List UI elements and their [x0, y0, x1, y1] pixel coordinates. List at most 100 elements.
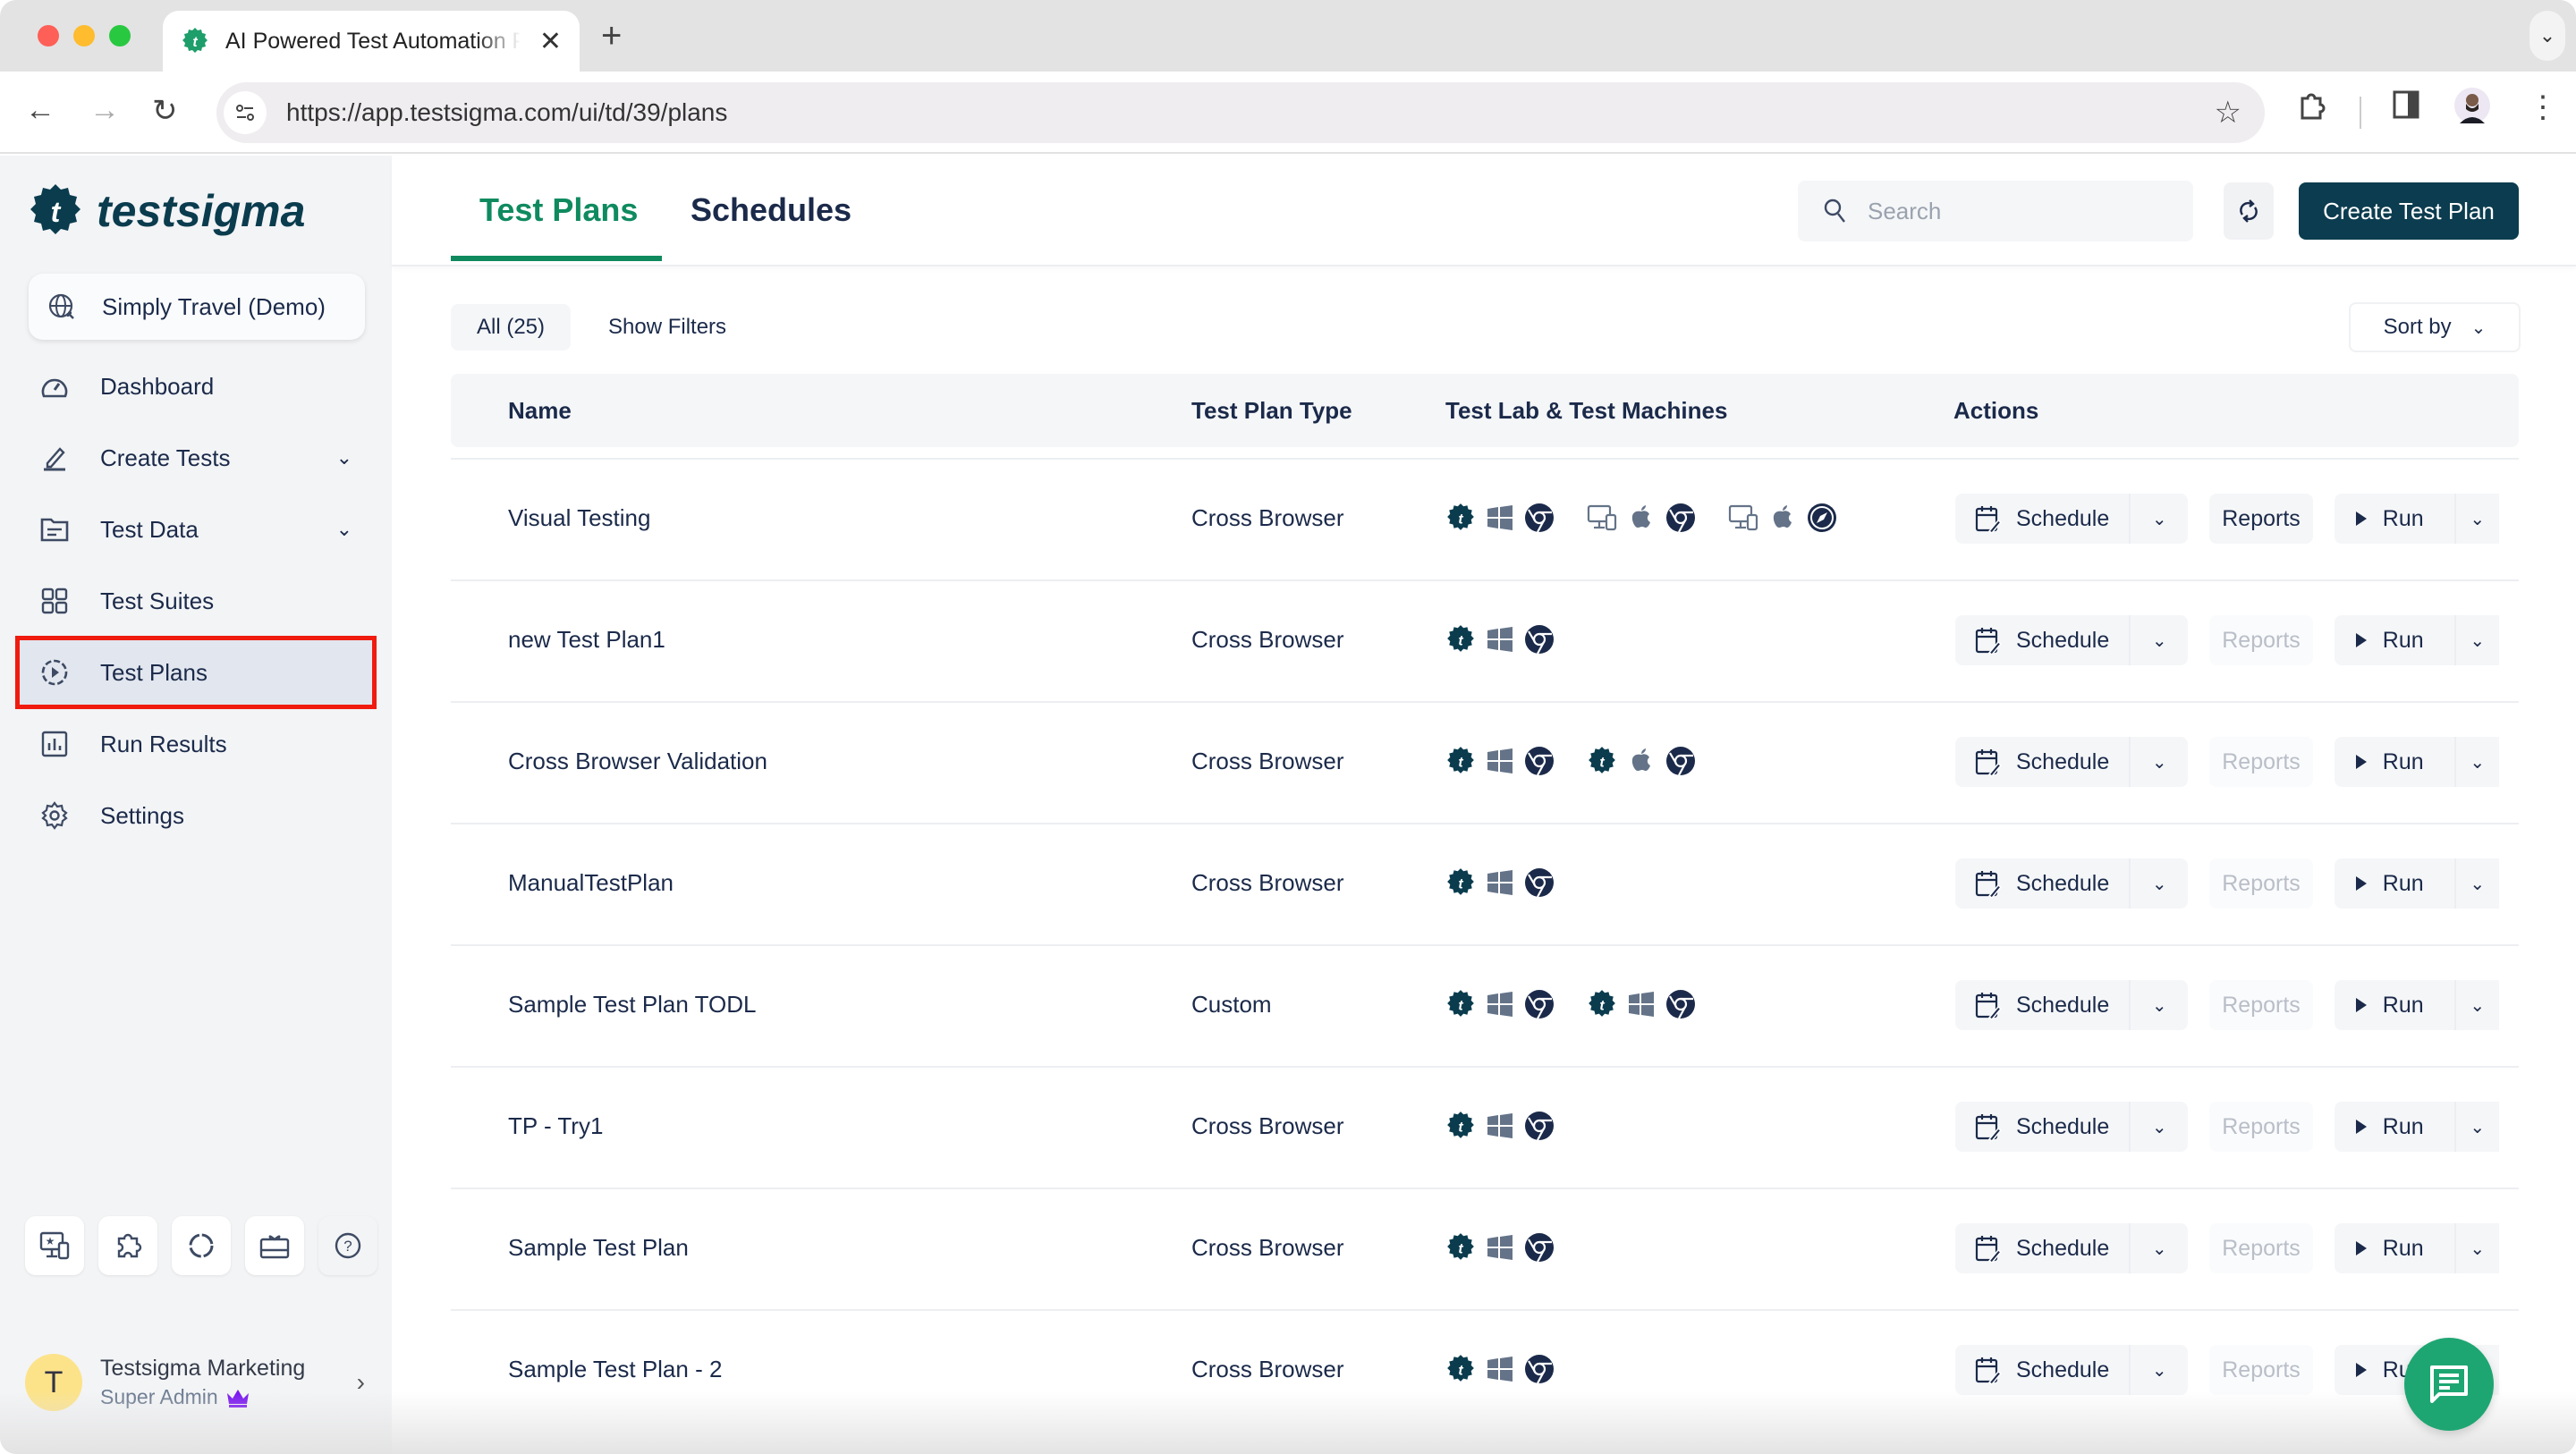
schedule-button[interactable]: Schedule [1955, 1345, 2131, 1395]
machine-group[interactable]: t [1445, 989, 1555, 1019]
help-icon[interactable]: ? [318, 1216, 377, 1275]
tab-test-plans[interactable]: Test Plans [479, 191, 638, 229]
table-row[interactable]: Visual Testing Cross Browser t Schedule … [451, 458, 2519, 579]
plan-name[interactable]: new Test Plan1 [508, 626, 665, 654]
plan-name[interactable]: Sample Test Plan [508, 1234, 689, 1262]
chat-support-button[interactable] [2404, 1338, 2494, 1431]
create-test-plan-button[interactable]: Create Test Plan [2299, 182, 2519, 240]
table-row[interactable]: Cross Browser Validation Cross Browser t… [451, 701, 2519, 823]
tab-search-chevron-icon[interactable]: ⌄ [2529, 11, 2565, 61]
schedule-dropdown-chevron-icon[interactable]: ⌄ [2131, 873, 2188, 895]
machine-group[interactable]: t [1445, 1232, 1555, 1263]
bookmark-star-icon[interactable]: ☆ [2215, 95, 2241, 131]
machine-group[interactable] [1587, 503, 1696, 533]
sidebar-item-test-data[interactable]: Test Data ⌄ [20, 497, 372, 562]
puzzle-icon[interactable] [98, 1216, 157, 1275]
schedule-button[interactable]: Schedule [1955, 494, 2131, 544]
table-row[interactable]: new Test Plan1 Cross Browser t Schedule … [451, 579, 2519, 701]
machine-group[interactable]: t [1445, 746, 1555, 776]
schedule-dropdown-chevron-icon[interactable]: ⌄ [2131, 1359, 2188, 1382]
extensions-icon[interactable] [2295, 89, 2327, 129]
machine-group[interactable]: t [1445, 1111, 1555, 1141]
run-button[interactable]: Run [2334, 737, 2456, 787]
filter-all-button[interactable]: All (25) [451, 304, 571, 351]
sidebar-item-dashboard[interactable]: Dashboard [20, 354, 372, 418]
tab-schedules[interactable]: Schedules [691, 191, 852, 229]
schedule-button[interactable]: Schedule [1955, 1223, 2131, 1273]
sidebar-item-test-plans[interactable]: Test Plans [15, 636, 377, 709]
plan-name[interactable]: TP - Try1 [508, 1112, 603, 1140]
schedule-dropdown-chevron-icon[interactable]: ⌄ [2131, 508, 2188, 530]
run-button[interactable]: Run [2334, 1102, 2456, 1152]
run-dropdown-chevron-icon[interactable]: ⌄ [2456, 1238, 2499, 1260]
side-panel-icon[interactable] [2392, 89, 2420, 127]
run-button[interactable]: Run [2334, 615, 2456, 665]
loader-circle-icon[interactable] [172, 1216, 231, 1275]
project-selector[interactable]: Simply Travel (Demo) [29, 274, 365, 340]
sidebar-item-test-suites[interactable]: Test Suites [20, 569, 372, 633]
table-row[interactable]: TP - Try1 Cross Browser t Schedule ⌄ Rep… [451, 1066, 2519, 1188]
schedule-dropdown-chevron-icon[interactable]: ⌄ [2131, 1116, 2188, 1138]
table-row[interactable]: Sample Test Plan TODL Custom tt Schedule… [451, 944, 2519, 1066]
minimize-window-button[interactable] [73, 25, 95, 46]
run-dropdown-chevron-icon[interactable]: ⌄ [2456, 994, 2499, 1017]
machine-group[interactable]: t [1587, 989, 1696, 1019]
sidebar-item-settings[interactable]: Settings [20, 783, 372, 848]
run-dropdown-chevron-icon[interactable]: ⌄ [2456, 751, 2499, 773]
run-dropdown-chevron-icon[interactable]: ⌄ [2456, 1116, 2499, 1138]
chevron-down-icon[interactable]: ⌄ [336, 446, 352, 469]
table-row[interactable]: ManualTestPlan Cross Browser t Schedule … [451, 823, 2519, 944]
gift-card-icon[interactable] [245, 1216, 304, 1275]
machine-group[interactable]: t [1445, 867, 1555, 898]
run-button[interactable]: Run [2334, 1223, 2456, 1273]
close-window-button[interactable] [38, 25, 59, 46]
maximize-window-button[interactable] [109, 25, 131, 46]
site-settings-icon[interactable] [224, 91, 267, 134]
show-filters-button[interactable]: Show Filters [608, 315, 726, 340]
reports-button[interactable]: Reports [2209, 494, 2313, 544]
testsigma-logo[interactable]: t testsigma [27, 182, 305, 240]
schedule-button[interactable]: Schedule [1955, 615, 2131, 665]
refresh-button[interactable] [2224, 182, 2274, 240]
column-header-name[interactable]: Name [508, 397, 572, 425]
sidebar-item-run-results[interactable]: Run Results [20, 712, 372, 776]
schedule-dropdown-chevron-icon[interactable]: ⌄ [2131, 751, 2188, 773]
run-dropdown-chevron-icon[interactable]: ⌄ [2456, 508, 2499, 530]
plan-name[interactable]: Visual Testing [508, 504, 650, 532]
browser-menu-icon[interactable]: ⋮ [2528, 89, 2558, 125]
table-row[interactable]: Sample Test Plan Cross Browser t Schedul… [451, 1188, 2519, 1309]
sidebar-item-create-tests[interactable]: Create Tests ⌄ [20, 426, 372, 490]
machine-group[interactable]: t [1587, 746, 1696, 776]
schedule-button[interactable]: Schedule [1955, 858, 2131, 909]
sort-by-dropdown[interactable]: Sort by ⌄ [2349, 302, 2521, 352]
search-box[interactable] [1798, 181, 2193, 241]
new-tab-button[interactable]: + [601, 16, 622, 56]
schedule-dropdown-chevron-icon[interactable]: ⌄ [2131, 994, 2188, 1017]
back-icon[interactable]: ← [25, 93, 55, 128]
machine-group[interactable]: t [1445, 1354, 1555, 1384]
schedule-button[interactable]: Schedule [1955, 980, 2131, 1030]
browser-tab[interactable]: t AI Powered Test Automation Platform ✕ [163, 11, 580, 72]
schedule-dropdown-chevron-icon[interactable]: ⌄ [2131, 630, 2188, 652]
machine-group[interactable]: t [1445, 503, 1555, 533]
forward-icon[interactable]: → [89, 93, 120, 128]
plan-name[interactable]: Sample Test Plan TODL [508, 991, 756, 1019]
close-tab-icon[interactable]: ✕ [539, 26, 562, 57]
plan-name[interactable]: ManualTestPlan [508, 869, 674, 897]
run-button[interactable]: Run [2334, 858, 2456, 909]
devices-star-icon[interactable]: ★ [25, 1216, 84, 1275]
reload-icon[interactable]: ↻ [152, 93, 178, 129]
run-dropdown-chevron-icon[interactable]: ⌄ [2456, 873, 2499, 895]
chevron-down-icon[interactable]: ⌄ [336, 518, 352, 541]
schedule-dropdown-chevron-icon[interactable]: ⌄ [2131, 1238, 2188, 1260]
schedule-button[interactable]: Schedule [1955, 1102, 2131, 1152]
search-input[interactable] [1868, 197, 2172, 225]
plan-name[interactable]: Cross Browser Validation [508, 748, 767, 775]
run-dropdown-chevron-icon[interactable]: ⌄ [2456, 630, 2499, 652]
plan-name[interactable]: Sample Test Plan - 2 [508, 1356, 722, 1383]
machine-group[interactable] [1728, 503, 1837, 533]
profile-avatar[interactable] [2454, 88, 2490, 134]
run-button[interactable]: Run [2334, 980, 2456, 1030]
address-bar[interactable]: https://app.testsigma.com/ui/td/39/plans… [216, 82, 2265, 143]
run-button[interactable]: Run [2334, 494, 2456, 544]
